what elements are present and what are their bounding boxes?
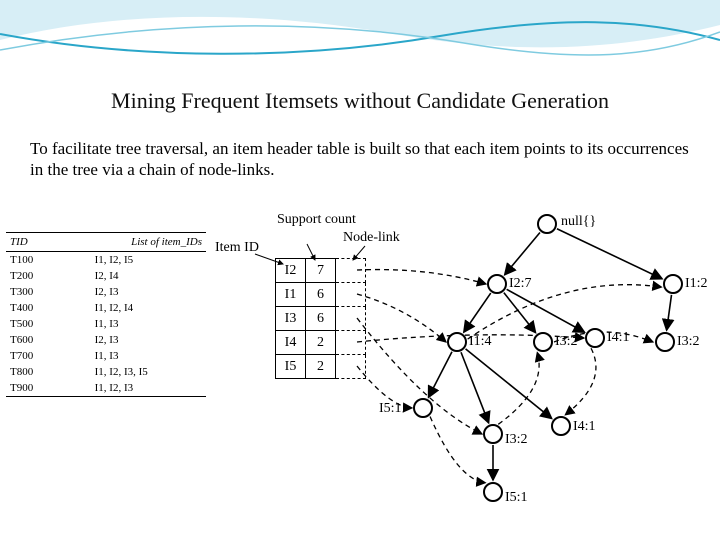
node-label: I4:1	[573, 419, 596, 435]
decorative-wave	[0, 0, 720, 70]
tree-node	[533, 332, 553, 352]
header-table-row: I16	[276, 283, 366, 307]
col-items: List of item_IDs	[55, 233, 206, 252]
slide-title: Mining Frequent Itemsets without Candida…	[0, 88, 720, 114]
tree-node	[483, 482, 503, 502]
transaction-table: TID List of item_IDs T100I1, I2, I5T200I…	[6, 232, 206, 397]
tree-node	[447, 332, 467, 352]
item-header-table: I27I16I36I42I52	[275, 258, 366, 379]
root-label: null{}	[561, 214, 596, 230]
label-support: Support count	[277, 212, 337, 228]
table-row: T100I1, I2, I5	[6, 252, 206, 269]
body-text: To facilitate tree traversal, an item he…	[30, 138, 690, 181]
node-label: I5:1	[505, 490, 528, 506]
tree-node	[537, 214, 557, 234]
label-item-id: Item ID	[215, 240, 259, 256]
label-node-link: Node-link	[343, 230, 400, 246]
node-label: I1:2	[685, 276, 708, 292]
table-row: T500I1, I3	[6, 316, 206, 332]
node-label: I3:2	[555, 334, 578, 350]
tree-node	[551, 416, 571, 436]
content-area: TID List of item_IDs T100I1, I2, I5T200I…	[0, 198, 720, 518]
node-label: I1:4	[469, 334, 492, 350]
tree-node	[655, 332, 675, 352]
tree-node	[487, 274, 507, 294]
col-tid: TID	[6, 233, 55, 252]
header-table-row: I36	[276, 307, 366, 331]
header-table-row: I42	[276, 331, 366, 355]
tree-node	[663, 274, 683, 294]
header-table-row: I27	[276, 259, 366, 283]
node-label: I4:1	[607, 330, 630, 346]
tree-node	[483, 424, 503, 444]
node-label: I5:1	[379, 401, 402, 417]
table-row: T600I2, I3	[6, 332, 206, 348]
table-row: T700I1, I3	[6, 348, 206, 364]
tree-node	[413, 398, 433, 418]
node-label: I3:2	[505, 432, 528, 448]
table-row: T800I1, I2, I3, I5	[6, 364, 206, 380]
table-row: T900I1, I2, I3	[6, 380, 206, 397]
tree-node	[585, 328, 605, 348]
table-row: T400I1, I2, I4	[6, 300, 206, 316]
node-label: I2:7	[509, 276, 532, 292]
node-label: I3:2	[677, 334, 700, 350]
fp-tree-figure: Item ID Support count Node-link I27I16I3…	[215, 198, 715, 518]
table-row: T300I2, I3	[6, 284, 206, 300]
header-table-row: I52	[276, 355, 366, 379]
slide: Mining Frequent Itemsets without Candida…	[0, 0, 720, 540]
table-row: T200I2, I4	[6, 268, 206, 284]
